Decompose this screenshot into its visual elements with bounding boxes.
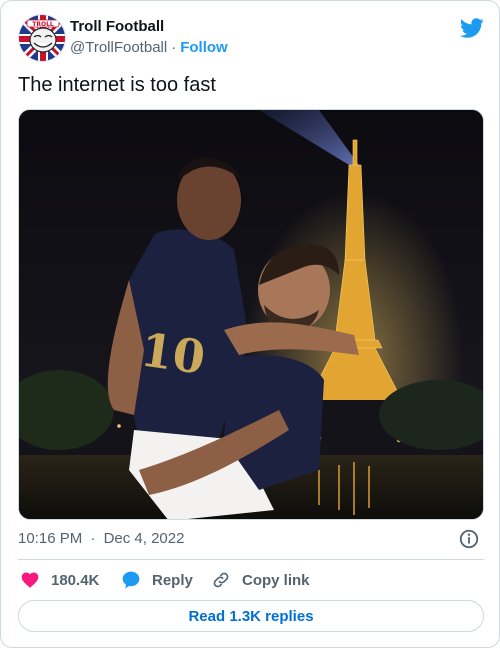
tweet-timestamp[interactable]: 10:16 PM · Dec 4, 2022 [18, 530, 184, 547]
reply-label: Reply [152, 571, 193, 589]
photo-image: 10 [19, 110, 483, 519]
twitter-bird-icon[interactable] [460, 16, 484, 40]
tweet-date: Dec 4, 2022 [103, 530, 185, 547]
follow-button[interactable]: Follow [180, 39, 228, 56]
copy-link-button[interactable]: Copy link [211, 569, 310, 591]
author-handle-row: @TrollFootball · Follow [70, 39, 228, 56]
read-replies-button[interactable]: Read 1.3K replies [18, 600, 484, 632]
reply-bubble-icon [122, 571, 140, 589]
handle-separator: · [171, 39, 177, 56]
copy-link-label: Copy link [242, 571, 310, 589]
reply-button[interactable]: Reply [121, 569, 193, 591]
like-button[interactable]: 180.4K [20, 569, 99, 591]
tweet-time: 10:16 PM [18, 530, 83, 547]
info-icon[interactable] [458, 528, 480, 550]
divider [18, 559, 484, 560]
author-avatar[interactable]: TROLL [18, 14, 66, 62]
tweet-card: TROLL Troll Football @TrollFootball · Foll… [0, 0, 500, 648]
tweet-text: The internet is too fast [18, 74, 216, 96]
tweet-header: TROLL Troll Football @TrollFootball · Foll… [18, 14, 484, 62]
tweet-actions: 180.4K Reply Copy link [18, 569, 484, 591]
author-handle[interactable]: @TrollFootball [70, 39, 167, 56]
link-icon [213, 572, 229, 588]
svg-text:TROLL: TROLL [32, 21, 54, 28]
tweet-photo[interactable]: 10 [18, 109, 484, 520]
svg-text:10: 10 [137, 322, 208, 384]
like-count: 180.4K [51, 571, 100, 589]
heart-icon [21, 572, 39, 588]
author-name[interactable]: Troll Football [70, 18, 164, 35]
timestamp-separator: · [90, 530, 96, 547]
troll-face-avatar-icon: TROLL [19, 15, 65, 61]
